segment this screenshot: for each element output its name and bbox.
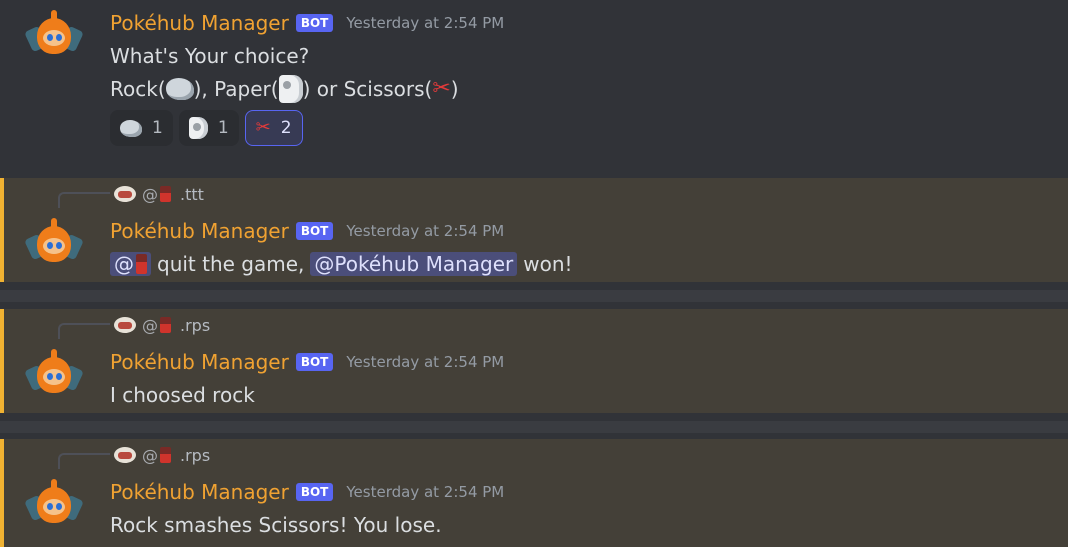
bot-mention[interactable]: @Pokéhub Manager xyxy=(310,252,518,276)
timestamp[interactable]: Yesterday at 2:54 PM xyxy=(346,14,504,32)
text-part: quit the game, xyxy=(157,252,305,276)
paper-icon xyxy=(188,117,208,139)
text-part: Rock( xyxy=(110,77,166,101)
message-text: What's Your choice? xyxy=(110,44,310,68)
user-avatar-icon xyxy=(114,317,136,333)
text-part: won! xyxy=(523,252,573,276)
reply-connector xyxy=(58,453,110,469)
bot-tag: BOT xyxy=(295,222,334,240)
text-part: ) or Scissors( xyxy=(302,77,433,101)
message-header: Pokéhub Manager BOT Yesterday at 2:54 PM xyxy=(110,10,504,36)
reply-at: @ xyxy=(142,184,158,204)
text-part: ), Paper( xyxy=(193,77,279,101)
message-rps-result: @ .rps Pokéhub Manager BOT Yesterday at … xyxy=(0,439,1068,547)
reply-reference[interactable]: @ .ttt xyxy=(114,184,204,204)
user-mention[interactable]: @ xyxy=(110,252,151,276)
bot-tag: BOT xyxy=(295,14,334,32)
message-header: Pokéhub Manager BOT Yesterday at 2:54 PM xyxy=(110,349,504,375)
message-gap xyxy=(0,421,1068,433)
message-text: @ quit the game, @Pokéhub Manager won! xyxy=(110,250,573,278)
bot-avatar[interactable] xyxy=(24,10,84,62)
author-name[interactable]: Pokéhub Manager xyxy=(110,350,289,374)
reply-reference[interactable]: @ .rps xyxy=(114,315,210,335)
bot-avatar[interactable] xyxy=(24,218,84,270)
timestamp[interactable]: Yesterday at 2:54 PM xyxy=(346,353,504,371)
reply-at: @ xyxy=(142,315,158,335)
reaction-count: 1 xyxy=(217,118,229,138)
bot-tag: BOT xyxy=(295,483,334,501)
user-avatar-icon xyxy=(114,447,136,463)
message-text-choices: Rock( ), Paper( ) or Scissors( ✂ ) xyxy=(110,74,459,104)
rock-icon xyxy=(120,119,142,137)
reply-command: .ttt xyxy=(180,184,204,204)
text-part: ) xyxy=(450,77,459,101)
chocolate-icon xyxy=(136,254,147,274)
chocolate-icon xyxy=(160,447,171,463)
message-header: Pokéhub Manager BOT Yesterday at 2:54 PM xyxy=(110,218,504,244)
reply-connector xyxy=(58,323,110,339)
scissors-icon: ✂ xyxy=(432,76,451,101)
bot-avatar[interactable] xyxy=(24,479,84,531)
reply-connector xyxy=(58,192,110,208)
reaction-count: 2 xyxy=(280,118,292,138)
timestamp[interactable]: Yesterday at 2:54 PM xyxy=(346,483,504,501)
message-rps-choice: @ .rps Pokéhub Manager BOT Yesterday at … xyxy=(0,309,1068,413)
timestamp[interactable]: Yesterday at 2:54 PM xyxy=(346,222,504,240)
message-header: Pokéhub Manager BOT Yesterday at 2:54 PM xyxy=(110,479,504,505)
reply-at: @ xyxy=(142,445,158,465)
chocolate-icon xyxy=(160,186,171,202)
reactions-bar: 1 1 ✂ 2 xyxy=(110,110,303,146)
author-name[interactable]: Pokéhub Manager xyxy=(110,11,289,35)
reply-command: .rps xyxy=(180,315,211,335)
message-text: Rock smashes Scissors! You lose. xyxy=(110,513,442,537)
reply-command: .rps xyxy=(180,445,211,465)
user-avatar-icon xyxy=(114,186,136,202)
paper-icon xyxy=(278,75,303,103)
reply-reference[interactable]: @ .rps xyxy=(114,445,210,465)
bot-avatar[interactable] xyxy=(24,349,84,401)
message-gap xyxy=(0,290,1068,302)
reaction-count: 1 xyxy=(152,118,163,138)
reaction-scissors[interactable]: ✂ 2 xyxy=(244,110,303,146)
reaction-paper[interactable]: 1 xyxy=(178,110,239,146)
message-text: I choosed rock xyxy=(110,383,255,407)
author-name[interactable]: Pokéhub Manager xyxy=(110,480,289,504)
author-name[interactable]: Pokéhub Manager xyxy=(110,219,289,243)
message-ttt-result: @ .ttt Pokéhub Manager BOT Yesterday at … xyxy=(0,178,1068,282)
bot-tag: BOT xyxy=(295,353,334,371)
reaction-rock[interactable]: 1 xyxy=(110,110,173,146)
chocolate-icon xyxy=(160,317,171,333)
message-choice: Pokéhub Manager BOT Yesterday at 2:54 PM… xyxy=(0,0,1068,170)
scissors-icon: ✂ xyxy=(255,117,271,138)
mention-at: @ xyxy=(114,252,134,276)
rock-icon xyxy=(165,78,194,100)
